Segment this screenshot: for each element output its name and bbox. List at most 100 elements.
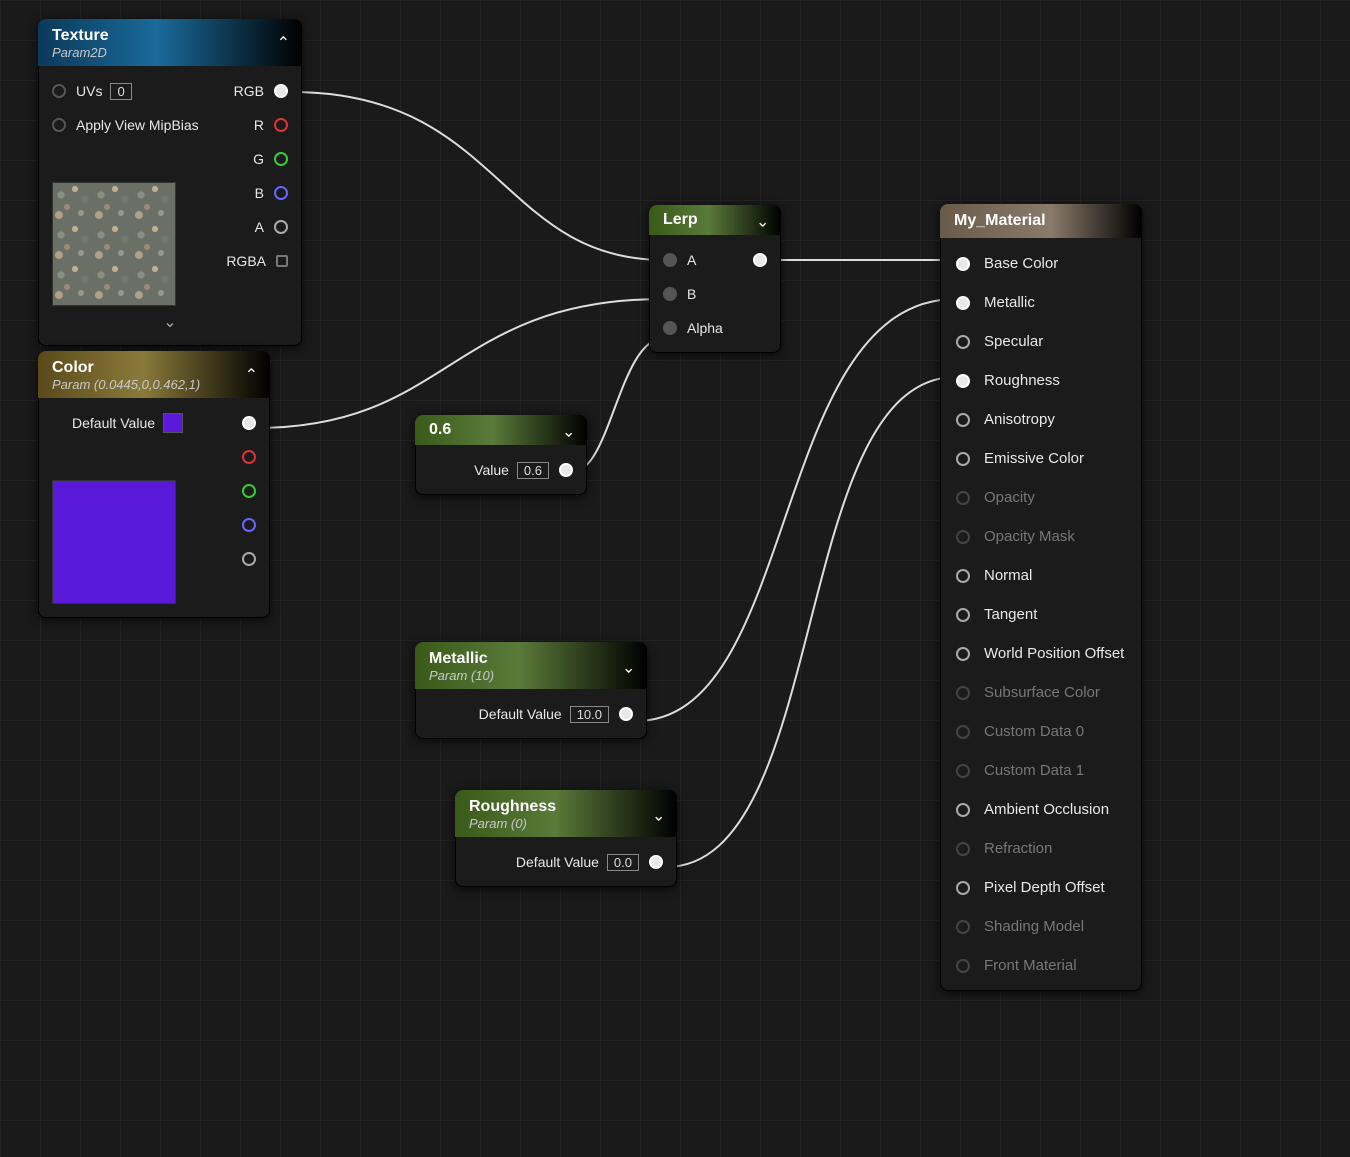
- collapse-icon[interactable]: ⌃: [756, 210, 769, 230]
- material-pin-opacity-mask[interactable]: Opacity Mask: [940, 517, 1142, 556]
- value-input[interactable]: 0.0: [607, 854, 639, 871]
- input-pin[interactable]: [956, 257, 970, 271]
- a-label: A: [255, 219, 264, 235]
- pin-label: Custom Data 1: [984, 762, 1084, 779]
- input-pin[interactable]: [956, 335, 970, 349]
- node-header[interactable]: 0.6 ⌃: [415, 415, 587, 445]
- input-pin[interactable]: [956, 452, 970, 466]
- node-header[interactable]: My_Material: [940, 204, 1142, 238]
- value-output-pin[interactable]: [559, 463, 573, 477]
- pin-label: Pixel Depth Offset: [984, 879, 1105, 896]
- collapse-icon[interactable]: ⌃: [622, 656, 635, 676]
- lerp-output-pin[interactable]: [753, 253, 767, 267]
- color-preview: [52, 480, 176, 604]
- input-pin[interactable]: [956, 296, 970, 310]
- material-pin-custom-data-0[interactable]: Custom Data 0: [940, 712, 1142, 751]
- uvs-input-pin[interactable]: [52, 84, 66, 98]
- material-pin-anisotropy[interactable]: Anisotropy: [940, 400, 1142, 439]
- rgb-output-pin[interactable]: [274, 84, 288, 98]
- g-output-pin[interactable]: [242, 484, 256, 498]
- node-header[interactable]: Metallic Param (10) ⌃: [415, 642, 647, 689]
- material-output-node[interactable]: My_Material Base ColorMetallicSpecularRo…: [940, 204, 1142, 991]
- material-pin-ambient-occlusion[interactable]: Ambient Occlusion: [940, 790, 1142, 829]
- roughness-node[interactable]: Roughness Param (0) ⌃ Default Value 0.0: [455, 790, 677, 887]
- node-title: Texture: [52, 27, 288, 45]
- material-pin-world-position-offset[interactable]: World Position Offset: [940, 634, 1142, 673]
- input-pin[interactable]: [956, 491, 970, 505]
- input-pin[interactable]: [956, 842, 970, 856]
- color-output-pin[interactable]: [242, 416, 256, 430]
- material-pin-normal[interactable]: Normal: [940, 556, 1142, 595]
- input-pin[interactable]: [956, 725, 970, 739]
- scalar-node[interactable]: 0.6 ⌃ Value 0.6: [415, 415, 587, 495]
- input-pin[interactable]: [956, 881, 970, 895]
- node-header[interactable]: Roughness Param (0) ⌃: [455, 790, 677, 837]
- node-header[interactable]: Lerp ⌃: [649, 205, 781, 235]
- material-pin-base-color[interactable]: Base Color: [940, 244, 1142, 283]
- mipbias-input-pin[interactable]: [52, 118, 66, 132]
- metallic-node[interactable]: Metallic Param (10) ⌃ Default Value 10.0: [415, 642, 647, 739]
- a-input-pin[interactable]: [663, 253, 677, 267]
- pin-label: Opacity: [984, 489, 1035, 506]
- node-header[interactable]: Texture Param2D ⌃: [38, 19, 302, 66]
- rgba-output-pin[interactable]: [276, 255, 288, 267]
- material-pin-opacity[interactable]: Opacity: [940, 478, 1142, 517]
- material-pin-front-material[interactable]: Front Material: [940, 946, 1142, 985]
- input-pin[interactable]: [956, 959, 970, 973]
- material-pin-specular[interactable]: Specular: [940, 322, 1142, 361]
- value-output-pin[interactable]: [619, 707, 633, 721]
- b-output-pin[interactable]: [274, 186, 288, 200]
- mipbias-label: Apply View MipBias: [76, 117, 199, 133]
- input-pin[interactable]: [956, 530, 970, 544]
- a-output-pin[interactable]: [242, 552, 256, 566]
- input-pin[interactable]: [956, 569, 970, 583]
- collapse-icon[interactable]: ⌃: [277, 33, 290, 53]
- collapse-icon[interactable]: ⌃: [562, 420, 575, 440]
- texture-node[interactable]: Texture Param2D ⌃ UVs 0 RGB Apply View M…: [38, 19, 302, 346]
- uvs-label: UVs: [76, 83, 102, 99]
- input-pin[interactable]: [956, 647, 970, 661]
- material-pin-tangent[interactable]: Tangent: [940, 595, 1142, 634]
- r-output-pin[interactable]: [274, 118, 288, 132]
- b-input-pin[interactable]: [663, 287, 677, 301]
- value-output-pin[interactable]: [649, 855, 663, 869]
- pin-label: Refraction: [984, 840, 1052, 857]
- collapse-icon[interactable]: ⌃: [652, 804, 665, 824]
- value-input[interactable]: 10.0: [570, 706, 609, 723]
- input-pin[interactable]: [956, 608, 970, 622]
- pin-label: Emissive Color: [984, 450, 1084, 467]
- node-title: Lerp: [663, 211, 767, 229]
- g-output-pin[interactable]: [274, 152, 288, 166]
- material-pin-metallic[interactable]: Metallic: [940, 283, 1142, 322]
- input-pin[interactable]: [956, 764, 970, 778]
- color-swatch[interactable]: [163, 413, 183, 433]
- material-pin-custom-data-1[interactable]: Custom Data 1: [940, 751, 1142, 790]
- node-subtitle: Param (10): [429, 668, 633, 683]
- r-output-pin[interactable]: [242, 450, 256, 464]
- b-output-pin[interactable]: [242, 518, 256, 532]
- color-node[interactable]: Color Param (0.0445,0,0.462,1) ⌃ Default…: [38, 351, 270, 618]
- material-pin-pixel-depth-offset[interactable]: Pixel Depth Offset: [940, 868, 1142, 907]
- node-subtitle: Param2D: [52, 45, 288, 60]
- a-output-pin[interactable]: [274, 220, 288, 234]
- input-pin[interactable]: [956, 686, 970, 700]
- expand-icon[interactable]: ⌄: [38, 312, 302, 338]
- material-pin-subsurface-color[interactable]: Subsurface Color: [940, 673, 1142, 712]
- collapse-icon[interactable]: ⌃: [245, 365, 258, 385]
- input-pin[interactable]: [956, 413, 970, 427]
- node-header[interactable]: Color Param (0.0445,0,0.462,1) ⌃: [38, 351, 270, 398]
- alpha-input-pin[interactable]: [663, 321, 677, 335]
- material-pin-roughness[interactable]: Roughness: [940, 361, 1142, 400]
- pin-label: Shading Model: [984, 918, 1084, 935]
- material-pin-emissive-color[interactable]: Emissive Color: [940, 439, 1142, 478]
- material-pin-shading-model[interactable]: Shading Model: [940, 907, 1142, 946]
- input-pin[interactable]: [956, 374, 970, 388]
- input-pin[interactable]: [956, 920, 970, 934]
- input-pin[interactable]: [956, 803, 970, 817]
- material-pin-refraction[interactable]: Refraction: [940, 829, 1142, 868]
- value-input[interactable]: 0.6: [517, 462, 549, 479]
- node-title: 0.6: [429, 421, 573, 439]
- lerp-node[interactable]: Lerp ⌃ A B Alpha: [649, 205, 781, 353]
- r-label: R: [254, 117, 264, 133]
- uvs-value[interactable]: 0: [110, 83, 131, 100]
